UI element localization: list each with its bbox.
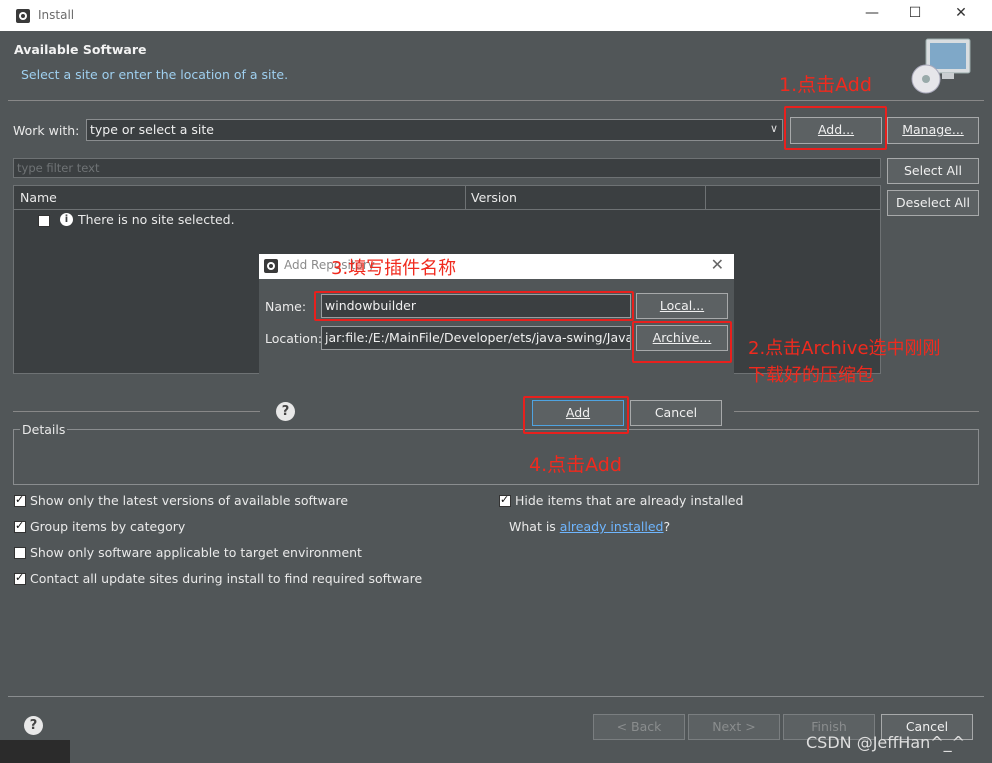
contact-sites-label: Contact all update sites during install … — [30, 571, 423, 586]
work-with-placeholder: type or select a site — [90, 122, 214, 137]
what-is-suffix: ? — [663, 519, 671, 534]
column-name[interactable]: Name — [20, 190, 57, 205]
location-input[interactable]: jar:file:/E:/MainFile/Developer/ets/java… — [321, 326, 631, 350]
applicable-only-label: Show only software applicable to target … — [30, 545, 362, 560]
chevron-down-icon[interactable]: ∨ — [770, 122, 778, 135]
empty-table-message: There is no site selected. — [78, 212, 235, 227]
contact-sites-checkbox[interactable] — [14, 571, 26, 585]
eclipse-icon — [264, 259, 278, 273]
details-group — [13, 429, 979, 485]
local-button[interactable]: Local... — [636, 293, 728, 319]
eclipse-icon — [16, 9, 30, 23]
manage-button-label: Manage... — [902, 122, 964, 137]
dialog-cancel-label: Cancel — [654, 405, 698, 420]
annotation-step4: 4.点击Add — [529, 454, 622, 476]
page-subtitle: Select a site or enter the location of a… — [21, 67, 289, 82]
empty-row-checkbox[interactable] — [38, 215, 50, 227]
already-installed-link[interactable]: already installed — [560, 519, 664, 534]
header-separator — [8, 100, 984, 101]
minimize-button[interactable]: — — [860, 5, 884, 25]
background-editor-strip — [0, 740, 70, 763]
table-header: Name Version — [14, 186, 880, 210]
work-with-label: Work with: — [13, 123, 80, 138]
annotation-box-archive — [632, 321, 732, 363]
install-window: Install — ☐ ✕ Available Software Select … — [0, 0, 992, 763]
annotation-step3: 3.填写插件名称 — [331, 258, 457, 279]
finish-label: Finish — [811, 719, 847, 734]
help-icon[interactable]: ? — [24, 716, 43, 735]
deselect-all-button[interactable]: Deselect All — [887, 190, 979, 216]
window-title: Install — [38, 8, 75, 22]
details-title: Details — [20, 422, 68, 437]
close-button[interactable]: ✕ — [949, 5, 973, 25]
deselect-all-label: Deselect All — [896, 195, 970, 210]
back-button[interactable]: < Back — [593, 714, 685, 740]
filter-placeholder: type filter text — [17, 161, 100, 175]
local-label: Local... — [659, 298, 705, 313]
hide-installed-label: Hide items that are already installed — [515, 493, 744, 508]
group-items-checkbox[interactable] — [14, 519, 26, 533]
latest-versions-checkbox[interactable] — [14, 493, 26, 507]
column-version[interactable]: Version — [471, 190, 517, 205]
column-divider — [465, 186, 466, 210]
cancel-label: Cancel — [905, 719, 949, 734]
page-title: Available Software — [14, 42, 147, 57]
group-items-label: Group items by category — [30, 519, 186, 534]
help-icon[interactable]: ? — [276, 402, 295, 421]
annotation-box-add — [784, 106, 887, 150]
next-label: Next > — [712, 719, 756, 734]
latest-versions-label: Show only the latest versions of availab… — [30, 493, 349, 508]
watermark: CSDN @JeffHan^_^ — [806, 733, 966, 752]
annotation-step2-line2: 下载好的压缩包 — [748, 365, 874, 386]
annotation-step2-line1: 2.点击Archive选中刚刚 — [748, 338, 941, 359]
dialog-cancel-button[interactable]: Cancel — [630, 400, 722, 426]
hide-installed-checkbox[interactable] — [499, 493, 511, 507]
back-label: < Back — [616, 719, 662, 734]
select-all-button[interactable]: Select All — [887, 158, 979, 184]
dialog-close-icon[interactable]: ✕ — [711, 255, 724, 274]
column-divider — [705, 186, 706, 210]
filter-input[interactable]: type filter text — [13, 158, 881, 178]
maximize-button[interactable]: ☐ — [903, 5, 927, 25]
name-label: Name: — [265, 299, 307, 314]
annotation-box-dialog-add — [523, 396, 629, 434]
what-is-installed-text: What is already installed? — [509, 519, 670, 534]
mid-separator — [734, 411, 979, 412]
next-button[interactable]: Next > — [688, 714, 780, 740]
location-label: Location: — [265, 331, 323, 346]
footer-separator — [8, 696, 984, 697]
applicable-only-checkbox[interactable] — [14, 547, 26, 559]
mid-separator — [13, 411, 260, 412]
install-banner-icon — [911, 38, 971, 94]
annotation-box-name — [314, 291, 634, 321]
work-with-combo[interactable]: type or select a site ∨ — [86, 119, 783, 141]
what-is-prefix: What is — [509, 519, 560, 534]
info-icon: i — [60, 213, 73, 226]
manage-button[interactable]: Manage... — [887, 117, 979, 144]
select-all-label: Select All — [903, 163, 963, 178]
title-bar: Install — ☐ ✕ — [0, 0, 992, 31]
annotation-step1: 1.点击Add — [779, 74, 872, 96]
